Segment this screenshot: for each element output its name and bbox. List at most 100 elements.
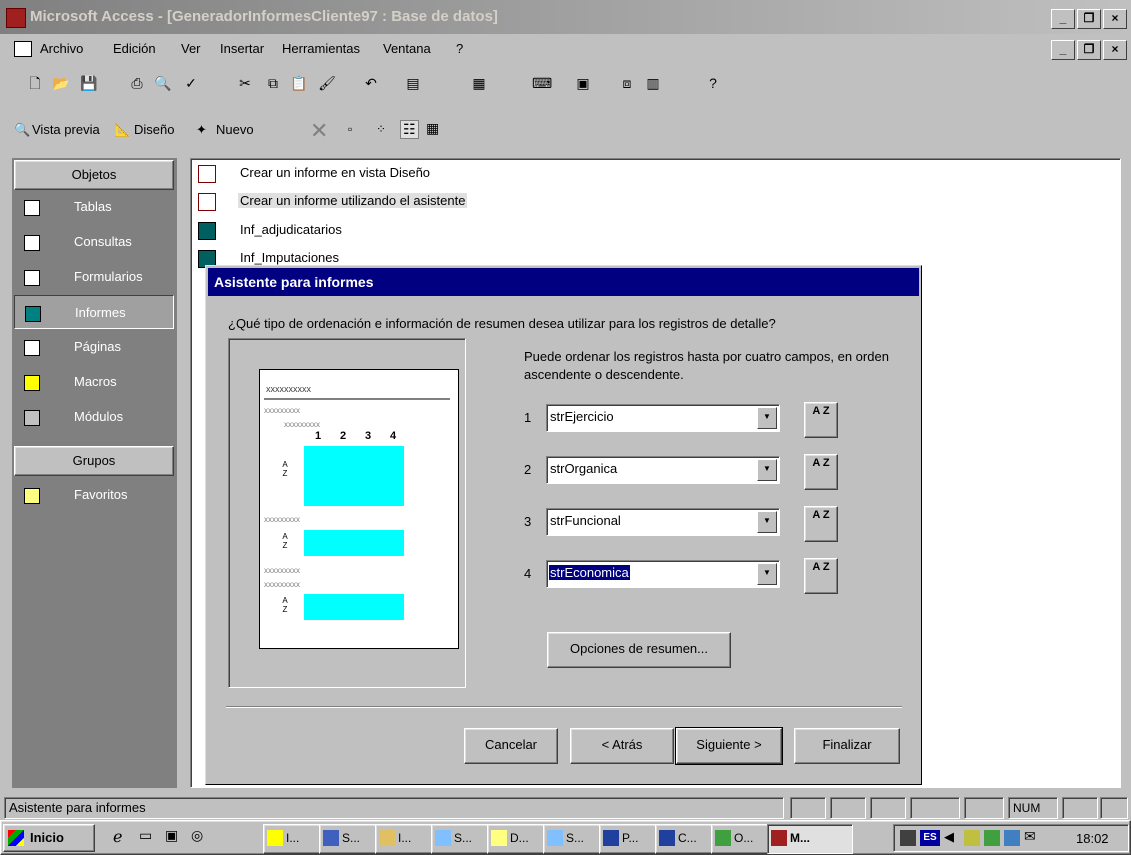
new-file-icon[interactable]: 🗋 bbox=[26, 74, 44, 92]
main-toolbar: 🗋 📂 💾 ⎙ 🔍 ✓ ✂ ⧉ 📋 🖌 ↶ ▤ ▦ ⌨ ▣ ⧈ ▥ ? bbox=[0, 66, 1131, 100]
menu-help[interactable]: ? bbox=[456, 41, 463, 56]
database-window-icon bbox=[14, 41, 32, 57]
layout-preview: xxxxxxxxxx xxxxxxxxx xxxxxxxxx 1 2 3 4 A… bbox=[228, 338, 466, 688]
format-painter-icon[interactable]: 🖌 bbox=[318, 74, 336, 92]
print-icon[interactable]: ⎙ bbox=[128, 74, 146, 92]
sort-order-3-button[interactable]: A Z bbox=[804, 506, 838, 542]
menu-herramientas[interactable]: Herramientas bbox=[282, 41, 360, 56]
language-indicator[interactable]: ES bbox=[920, 830, 940, 846]
preview-button[interactable]: Vista previa bbox=[32, 122, 100, 137]
tray-icon[interactable] bbox=[900, 830, 916, 846]
restore-button[interactable]: ❐ bbox=[1077, 9, 1101, 29]
paste-icon[interactable]: 📋 bbox=[290, 74, 308, 92]
open-folder-icon[interactable]: 📂 bbox=[52, 74, 70, 92]
status-text: Asistente para informes bbox=[4, 797, 784, 819]
minimize-button[interactable]: _ bbox=[1051, 9, 1075, 29]
task-10[interactable]: M... bbox=[767, 824, 853, 854]
analyze-icon[interactable]: ▦ bbox=[470, 74, 488, 92]
mail-icon[interactable]: ✉ bbox=[1024, 828, 1036, 845]
spelling-icon[interactable]: ✓ bbox=[182, 74, 200, 92]
app-icon bbox=[547, 830, 563, 846]
tray-icon[interactable] bbox=[1004, 830, 1020, 846]
nav-item-tablas[interactable]: Tablas bbox=[14, 190, 174, 224]
doc-restore-button[interactable]: ❐ bbox=[1077, 40, 1101, 60]
design-button[interactable]: Diseño bbox=[134, 122, 174, 137]
groups-header[interactable]: Grupos bbox=[14, 446, 174, 476]
column-number: 2 bbox=[340, 430, 347, 442]
sort-order-2-button[interactable]: A Z bbox=[804, 454, 838, 490]
details-view-icon[interactable]: ▦ bbox=[426, 120, 439, 137]
chevron-down-icon[interactable]: ▼ bbox=[757, 511, 777, 533]
finish-button[interactable]: Finalizar bbox=[794, 728, 900, 764]
quicklaunch-icon[interactable]: ▣ bbox=[165, 827, 178, 844]
print-preview-icon[interactable]: 🔍 bbox=[154, 74, 172, 92]
design-icon: 📐 bbox=[114, 122, 131, 137]
properties-icon[interactable]: ▣ bbox=[574, 74, 592, 92]
sort-field-4-combo[interactable]: strEconomica ▼ bbox=[546, 560, 780, 588]
tray-icon[interactable] bbox=[964, 830, 980, 846]
cut-icon[interactable]: ✂ bbox=[236, 74, 254, 92]
nav-item-informes[interactable]: Informes bbox=[14, 295, 174, 329]
next-button[interactable]: Siguiente > bbox=[675, 727, 783, 765]
summary-options-button[interactable]: Opciones de resumen... bbox=[547, 632, 731, 668]
system-tray: ES ◀ ✉ 18:02 bbox=[893, 824, 1129, 852]
code-icon[interactable]: ⌨ bbox=[532, 74, 552, 92]
new-button[interactable]: Nuevo bbox=[216, 122, 254, 137]
nav-item-paginas[interactable]: Páginas bbox=[14, 330, 174, 364]
sort-field-1-combo[interactable]: strEjercicio ▼ bbox=[546, 404, 780, 432]
ie-icon[interactable]: ℯ bbox=[113, 827, 122, 847]
sort-field-3-combo[interactable]: strFuncional ▼ bbox=[546, 508, 780, 536]
undo-icon[interactable]: ↶ bbox=[362, 74, 380, 92]
desktop-icon[interactable]: ▭ bbox=[139, 827, 152, 844]
title-bar: Microsoft Access - [GeneradorInformesCli… bbox=[0, 0, 1131, 34]
tray-icon[interactable] bbox=[984, 830, 1000, 846]
app-icon bbox=[715, 830, 731, 846]
create-design-icon bbox=[198, 165, 216, 183]
chevron-down-icon[interactable]: ▼ bbox=[757, 563, 777, 585]
table-icon bbox=[24, 200, 40, 216]
sort-field-2-combo[interactable]: strOrganica ▼ bbox=[546, 456, 780, 484]
sort-order-4-button[interactable]: A Z bbox=[804, 558, 838, 594]
new-object-icon[interactable]: ▥ bbox=[644, 74, 662, 92]
small-icons-icon[interactable]: ⁘ bbox=[376, 122, 386, 136]
window-title: Microsoft Access - [GeneradorInformesCli… bbox=[30, 8, 498, 25]
database-toolbar: 🔍 Vista previa 📐 Diseño ✦ Nuevo ✕ ▫ ⁘ ☷ … bbox=[0, 110, 1131, 152]
save-icon[interactable]: 💾 bbox=[80, 74, 98, 92]
nav-item-macros[interactable]: Macros bbox=[14, 365, 174, 399]
cancel-button[interactable]: Cancelar bbox=[464, 728, 558, 764]
back-button[interactable]: < Atrás bbox=[570, 728, 674, 764]
menu-ventana[interactable]: Ventana bbox=[383, 41, 431, 56]
large-icons-icon[interactable]: ▫ bbox=[348, 122, 352, 136]
close-button[interactable]: × bbox=[1103, 9, 1127, 29]
objects-header[interactable]: Objetos bbox=[14, 160, 174, 190]
start-button[interactable]: Inicio bbox=[3, 824, 95, 852]
office-links-icon[interactable]: ▤ bbox=[404, 74, 422, 92]
nav-item-consultas[interactable]: Consultas bbox=[14, 225, 174, 259]
help-icon[interactable]: ? bbox=[704, 74, 722, 92]
doc-minimize-button[interactable]: _ bbox=[1051, 40, 1075, 60]
menu-ver[interactable]: Ver bbox=[181, 41, 201, 56]
chevron-down-icon[interactable]: ▼ bbox=[757, 459, 777, 481]
chevron-down-icon[interactable]: ▼ bbox=[757, 407, 777, 429]
volume-icon[interactable]: ◀ bbox=[944, 829, 954, 845]
nav-item-modulos[interactable]: Módulos bbox=[14, 400, 174, 434]
report-wizard-dialog: Asistente para informes ¿Qué tipo de ord… bbox=[205, 265, 922, 785]
objects-pane: Objetos Tablas Consultas Formularios Inf… bbox=[12, 158, 177, 788]
nav-item-formularios[interactable]: Formularios bbox=[14, 260, 174, 294]
module-icon bbox=[24, 410, 40, 426]
relationships-icon[interactable]: ⧈ bbox=[618, 74, 636, 92]
quicklaunch2-icon[interactable]: ◎ bbox=[191, 827, 203, 844]
menu-edicion[interactable]: Edición bbox=[113, 41, 156, 56]
sort-order-1-button[interactable]: A Z bbox=[804, 402, 838, 438]
doc-close-button[interactable]: × bbox=[1103, 40, 1127, 60]
copy-icon[interactable]: ⧉ bbox=[264, 74, 282, 92]
clock[interactable]: 18:02 bbox=[1076, 831, 1109, 846]
app-icon bbox=[323, 830, 339, 846]
delete-icon[interactable]: ✕ bbox=[310, 118, 328, 144]
menu-insertar[interactable]: Insertar bbox=[220, 41, 264, 56]
wizard-question: ¿Qué tipo de ordenación e información de… bbox=[228, 316, 776, 331]
list-view-icon[interactable]: ☷ bbox=[400, 120, 419, 139]
menu-archivo[interactable]: Archivo bbox=[40, 41, 83, 56]
nav-item-favoritos[interactable]: Favoritos bbox=[14, 478, 174, 512]
page-icon bbox=[24, 340, 40, 356]
